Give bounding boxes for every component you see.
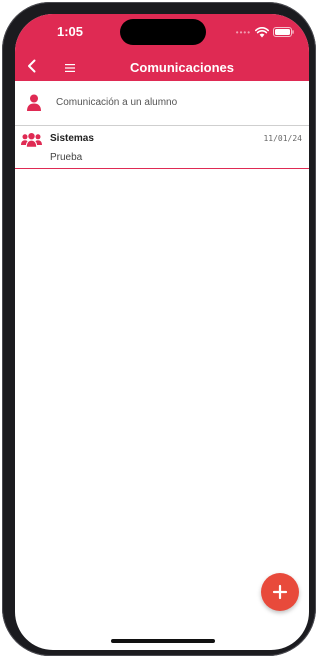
- message-list-item[interactable]: Sistemas 11/01/24 Prueba: [15, 126, 309, 169]
- battery-icon: [273, 27, 294, 37]
- cellular-signal-icon: ••••: [235, 27, 251, 37]
- message-sender: Sistemas: [50, 133, 94, 144]
- app-screen: 1:05 •••• Comunicaciones Comunicación a …: [15, 14, 309, 650]
- new-student-communication-button[interactable]: Comunicación a un alumno: [15, 83, 309, 126]
- wifi-icon: [255, 26, 269, 38]
- hamburger-menu-icon[interactable]: [64, 60, 76, 72]
- status-time: 1:05: [57, 24, 84, 39]
- phone-frame: 1:05 •••• Comunicaciones Comunicación a …: [2, 2, 316, 656]
- compose-label: Comunicación a un alumno: [56, 97, 178, 108]
- person-icon: [26, 94, 42, 112]
- dynamic-island: [120, 19, 206, 45]
- status-icons: ••••: [236, 26, 294, 38]
- plus-icon: [272, 584, 288, 600]
- message-subject: Prueba: [50, 152, 83, 163]
- message-date: 11/01/24: [263, 134, 302, 143]
- page-title: Comunicaciones: [129, 60, 235, 75]
- home-indicator[interactable]: [111, 639, 215, 643]
- add-communication-button[interactable]: [261, 573, 299, 611]
- chevron-left-icon[interactable]: [25, 59, 39, 73]
- app-header: 1:05 •••• Comunicaciones: [15, 14, 309, 81]
- group-icon: [21, 133, 42, 147]
